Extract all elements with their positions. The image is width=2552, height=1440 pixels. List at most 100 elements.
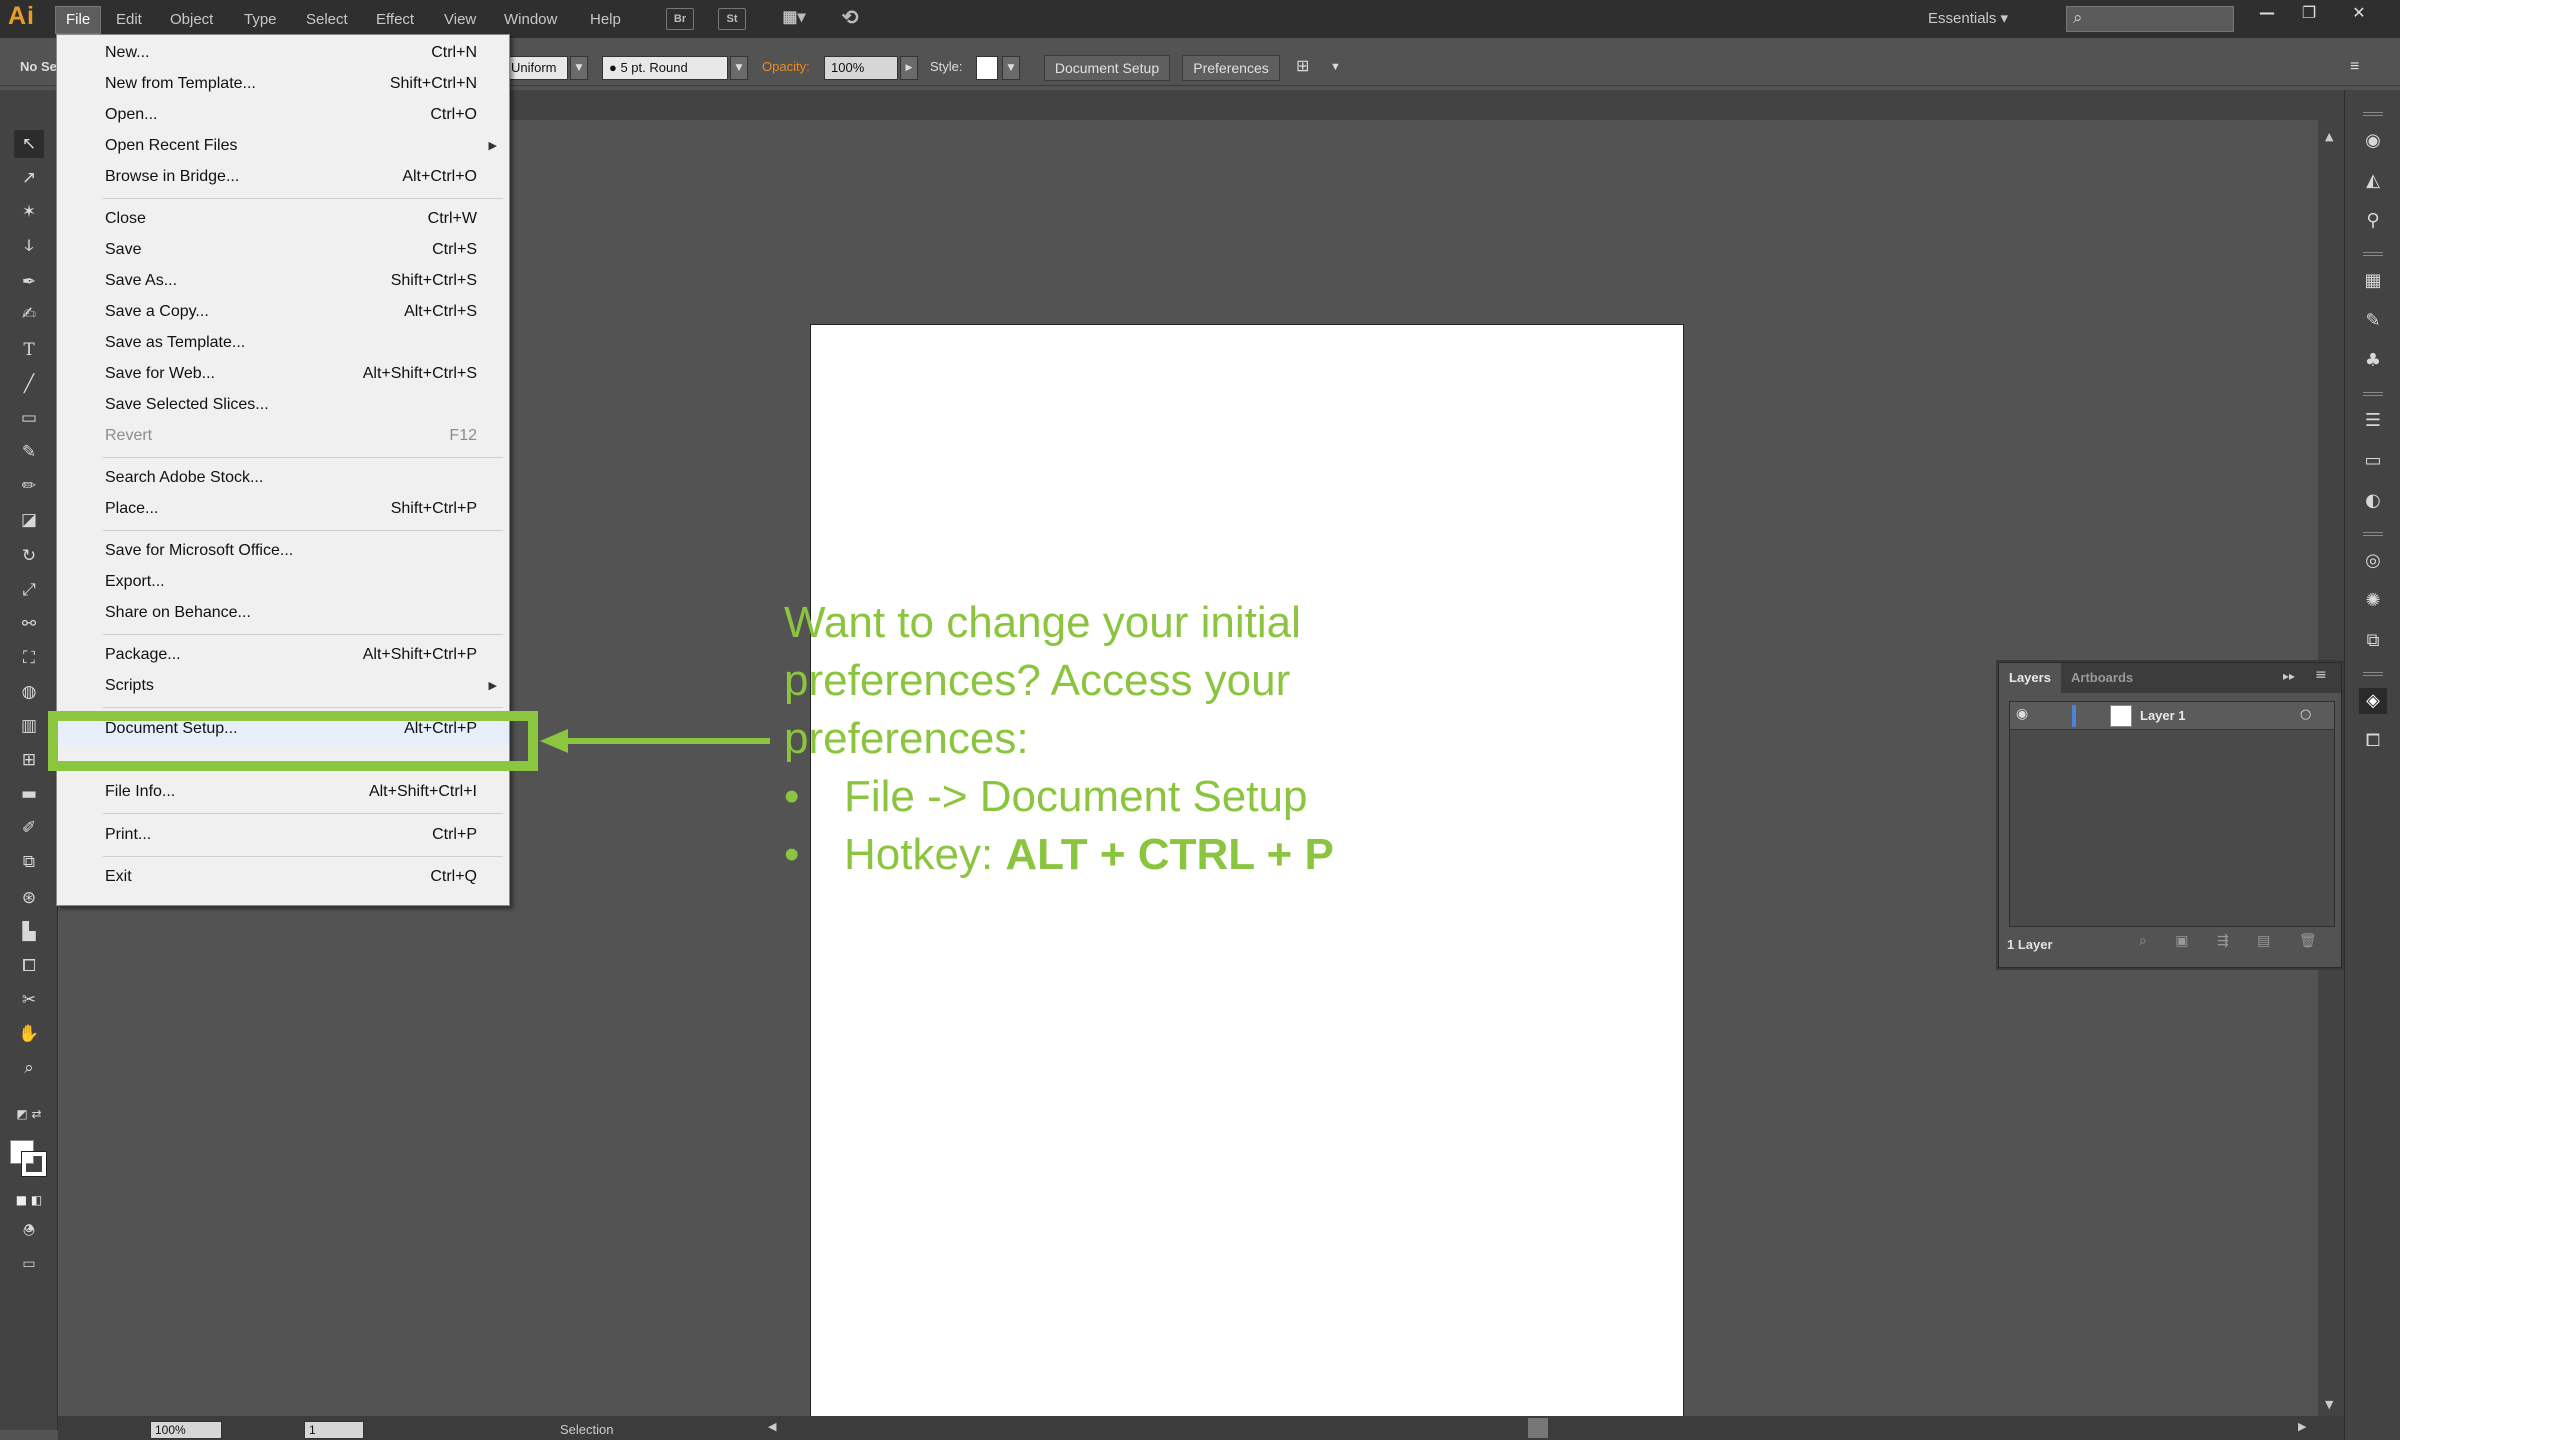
stroke-panel-icon[interactable]: ☰ (2359, 408, 2387, 434)
menu-item-package[interactable]: Package... Alt+Shift+Ctrl+P (57, 639, 509, 671)
eraser-tool-icon[interactable]: ◪ (14, 506, 44, 534)
selection-tool-icon[interactable]: ↖ (14, 130, 44, 158)
draw-mode-icon[interactable]: ◔ (14, 1216, 44, 1244)
menu-item-save-as-template[interactable]: Save as Template... (57, 327, 509, 359)
stroke-profile-field[interactable]: Uniform (504, 56, 568, 80)
slice-tool-icon[interactable]: ✂ (14, 986, 44, 1014)
menu-object[interactable]: Object (160, 7, 223, 33)
layer-target-icon[interactable]: ○ (2300, 707, 2311, 722)
visibility-eye-icon[interactable]: ◉ (2016, 706, 2028, 722)
appearance-panel-icon[interactable]: ◎ (2359, 548, 2387, 574)
type-tool-icon[interactable]: T (14, 336, 44, 364)
shape-builder-tool-icon[interactable]: ◍ (14, 678, 44, 706)
stroke-swatch[interactable] (21, 1151, 47, 1177)
menu-item-save-for-microsoft-office[interactable]: Save for Microsoft Office... (57, 535, 509, 567)
menu-item-save-as[interactable]: Save As... Shift+Ctrl+S (57, 265, 509, 297)
menu-item-new[interactable]: New... Ctrl+N (57, 37, 509, 69)
menu-item-open-recent[interactable]: Open Recent Files ▶ (57, 130, 509, 162)
menu-item-open[interactable]: Open... Ctrl+O (57, 99, 509, 131)
transparency-panel-icon[interactable]: ◐ (2359, 488, 2387, 514)
artboard-tool-icon[interactable]: ⧠ (14, 952, 44, 980)
menu-item-new-from-template[interactable]: New from Template... Shift+Ctrl+N (57, 68, 509, 100)
rotate-tool-icon[interactable]: ↻ (14, 542, 44, 570)
layer-name[interactable]: Layer 1 (2140, 702, 2186, 730)
brushes-panel-icon[interactable]: ✎ (2359, 308, 2387, 334)
menu-file[interactable]: File (54, 6, 102, 34)
restore-button[interactable]: ❐ (2284, 0, 2334, 26)
stroke-profile-dropdown[interactable]: ▼ (570, 56, 588, 80)
panel-collapse-icon[interactable]: ▸▸ (2283, 669, 2295, 683)
scroll-up-icon[interactable]: ▲ (2325, 130, 2333, 143)
dock-grip[interactable] (2363, 392, 2383, 396)
libraries-icon[interactable]: ⚲ (2359, 208, 2387, 234)
menu-item-search-adobe-stock[interactable]: Search Adobe Stock... (57, 462, 509, 494)
pencil-tool-icon[interactable]: ✏ (14, 472, 44, 500)
rectangle-tool-icon[interactable]: ▭ (14, 404, 44, 432)
status-mode-text[interactable]: Selection (560, 1420, 613, 1440)
direct-selection-tool-icon[interactable]: ↗ (14, 164, 44, 192)
menu-item-save-a-copy[interactable]: Save a Copy... Alt+Ctrl+S (57, 296, 509, 328)
color-panel-icon[interactable]: ◉ (2359, 128, 2387, 154)
dock-grip[interactable] (2363, 252, 2383, 256)
control-bar-menu-icon[interactable]: ≡ (2350, 48, 2359, 86)
free-transform-tool-icon[interactable]: ⛶ (14, 644, 44, 672)
color-guide-icon[interactable]: ◭ (2359, 168, 2387, 194)
symbol-sprayer-tool-icon[interactable]: ⊛ (14, 884, 44, 912)
style-swatch[interactable] (976, 56, 998, 80)
hand-tool-icon[interactable]: ✋ (14, 1020, 44, 1048)
menu-item-place[interactable]: Place... Shift+Ctrl+P (57, 493, 509, 525)
menu-type[interactable]: Type (234, 7, 287, 33)
menu-item-save[interactable]: Save Ctrl+S (57, 234, 509, 266)
symbols-panel-icon[interactable]: ♣ (2359, 348, 2387, 374)
menu-select[interactable]: Select (296, 7, 358, 33)
arrange-documents-icon[interactable]: ▦▾ (774, 8, 814, 30)
dock-grip[interactable] (2363, 112, 2383, 116)
menu-item-export[interactable]: Export... (57, 566, 509, 598)
zoom-tool-icon[interactable]: ⌕ (14, 1054, 44, 1082)
screen-mode-icon[interactable]: ▭ (14, 1250, 44, 1278)
panel-menu-icon[interactable]: ≡ (2315, 667, 2327, 683)
zoom-field[interactable]: 100% (150, 1421, 222, 1439)
scroll-right-icon[interactable]: ▶ (2298, 1420, 2306, 1433)
align-dropdown-icon[interactable]: ▼ (1330, 48, 1341, 86)
dock-grip[interactable] (2363, 532, 2383, 536)
layers-panel-icon[interactable]: ◈ (2359, 688, 2387, 714)
scroll-thumb[interactable] (1528, 1418, 1548, 1438)
menu-effect[interactable]: Effect (366, 7, 424, 33)
menu-edit[interactable]: Edit (106, 7, 152, 33)
magic-wand-tool-icon[interactable]: ✶ (14, 198, 44, 226)
menu-item-file-info[interactable]: File Info... Alt+Shift+Ctrl+I (57, 776, 509, 808)
preferences-button[interactable]: Preferences (1182, 55, 1280, 81)
dock-grip[interactable] (2363, 672, 2383, 676)
asset-export-icon[interactable]: ⧉ (2359, 628, 2387, 654)
menu-window[interactable]: Window (494, 7, 567, 33)
menu-item-save-selected-slices[interactable]: Save Selected Slices... (57, 389, 509, 421)
pen-tool-icon[interactable]: ✒ (14, 268, 44, 296)
lasso-tool-icon[interactable]: ↆ (14, 232, 44, 260)
color-mode-icons[interactable]: ■ ◧ ⊘ (14, 1186, 44, 1235)
curvature-tool-icon[interactable]: ✍ (14, 300, 44, 328)
menu-item-print[interactable]: Print... Ctrl+P (57, 819, 509, 851)
align-icon[interactable]: ⊞ (1296, 48, 1309, 86)
blend-tool-icon[interactable]: ⧉ (14, 848, 44, 876)
style-dropdown[interactable]: ▼ (1002, 56, 1020, 80)
artboard-number-field[interactable]: 1 (304, 1421, 364, 1439)
opacity-arrow[interactable]: ▶ (900, 56, 918, 80)
menu-item-browse-in-bridge[interactable]: Browse in Bridge... Alt+Ctrl+O (57, 161, 509, 193)
menu-view[interactable]: View (434, 7, 486, 33)
document-setup-button[interactable]: Document Setup (1044, 55, 1170, 81)
mesh-tool-icon[interactable]: ⊞ (14, 746, 44, 774)
brush-field[interactable]: ● 5 pt. Round (602, 56, 728, 80)
scroll-down-icon[interactable]: ▼ (2325, 1398, 2333, 1411)
layers-footer-icons[interactable]: ⌕ ▣ ⇶ ▤ 🗑 (2139, 933, 2329, 949)
menu-item-scripts[interactable]: Scripts ▶ (57, 670, 509, 702)
width-tool-icon[interactable]: ⚯ (14, 610, 44, 638)
artboards-panel-icon[interactable]: ⧠ (2359, 728, 2387, 754)
scroll-left-icon[interactable]: ◀ (768, 1420, 776, 1433)
menu-item-share-on-behance[interactable]: Share on Behance... (57, 597, 509, 629)
menu-item-save-for-web[interactable]: Save for Web... Alt+Shift+Ctrl+S (57, 358, 509, 390)
menu-help[interactable]: Help (580, 7, 631, 33)
stock-icon[interactable]: St (718, 8, 746, 30)
layer-row[interactable]: ◉ Layer 1 ○ (2010, 702, 2334, 730)
menu-item-close[interactable]: Close Ctrl+W (57, 203, 509, 235)
